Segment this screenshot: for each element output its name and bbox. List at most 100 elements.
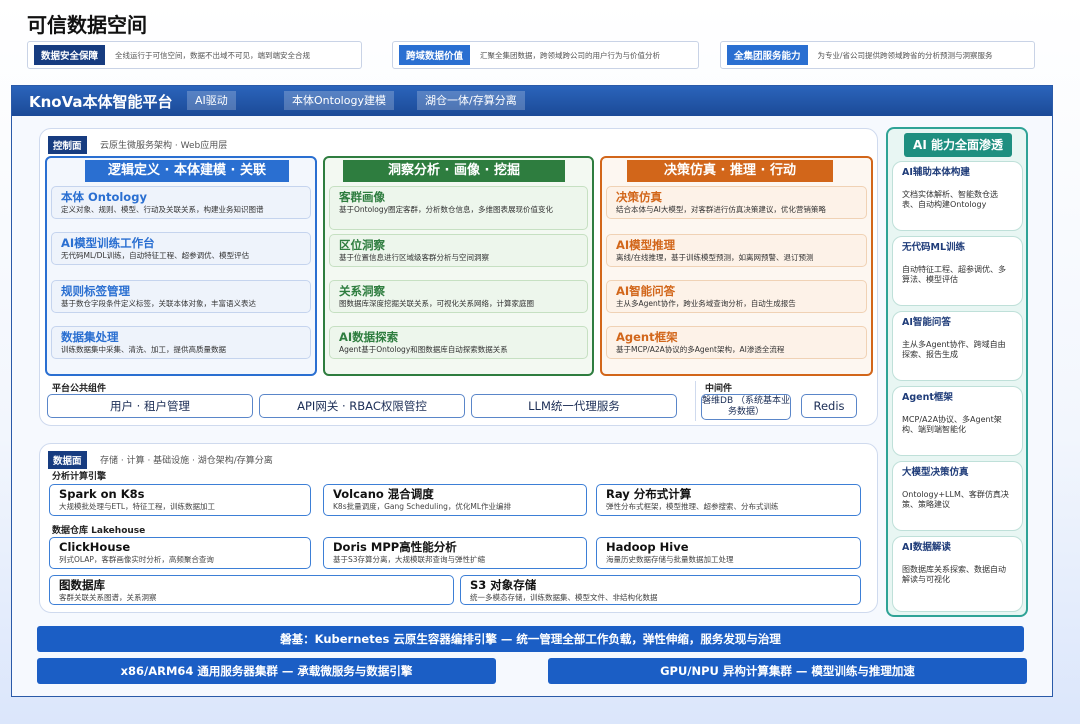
card-desc: 基于Ontology圈定客群，分析数仓信息，多维图表展现价值变化 [339, 205, 554, 214]
ai-item-desc: Ontology+LLM、客群仿真决策、策略建议 [902, 490, 1009, 509]
warehouse-desc: 海量历史数据存储与批量数据加工处理 [606, 555, 734, 564]
card-ai-qa[interactable]: AI智能问答 主从多Agent协作，跨业务域查询分析，自动生成报告 [606, 280, 867, 313]
value-card-text: 汇聚全集团数据，跨领域跨公司的用户行为与价值分析 [480, 50, 661, 60]
ai-item-desc: 自动特征工程、超参调优、多算法、模型评估 [902, 265, 1006, 284]
card-agent-framework[interactable]: Agent框架 基于MCP/A2A协议的多Agent架构，AI渗透全流程 [606, 326, 867, 359]
ai-item-title: 大模型决策仿真 [902, 467, 969, 478]
card-location-insight[interactable]: 区位洞察 基于位置信息进行区域级客群分析与空间洞察 [329, 234, 588, 267]
column-insight: 洞察分析 · 画像 · 挖掘 客群画像 基于Ontology圈定客群，分析数仓信… [323, 156, 594, 376]
card-ontology[interactable]: 本体 Ontology 定义对象、规则、模型、行动及关联关系，构建业务知识图谱 [51, 186, 311, 219]
data-plane-desc: 存储 · 计算 · 基础设施 · 湖仓架构/存算分离 [100, 456, 273, 466]
storage-title: 图数据库 [59, 578, 105, 592]
card-rule-tags[interactable]: 规则标签管理 基于数仓字段条件定义标签，关联本体对象，丰富语义表达 [51, 280, 311, 313]
ai-item-title: AI辅助本体构建 [902, 167, 970, 178]
warehouse-doris[interactable]: Doris MPP高性能分析 基于S3存算分离，大规模联邦查询与弹性扩缩 [323, 537, 587, 569]
engine-desc: K8s批量调度，Gang Scheduling，优化ML作业编排 [333, 502, 511, 511]
data-plane-label: 数据面 [48, 451, 87, 469]
engine-title: Volcano 混合调度 [333, 487, 434, 501]
storage-desc: 统一多模态存储，训练数据集、模型文件、非结构化数据 [470, 593, 658, 602]
card-title: 本体 Ontology [61, 190, 147, 204]
card-ai-inference[interactable]: AI模型推理 离线/在线推理，基于训练模型预测，如离网预警、退订预测 [606, 234, 867, 267]
storage-graph-db[interactable]: 图数据库 客群关联关系图谱，关系洞察 [49, 575, 454, 605]
ai-item-title: Agent框架 [902, 392, 953, 403]
ai-item-qa[interactable]: AI智能问答 主从多Agent协作、跨域自由探索、报告生成 [892, 311, 1023, 381]
engine-title: Spark on K8s [59, 487, 145, 501]
control-plane-panel: 控制面 云原生微服务架构 · Web应用层 逻辑定义 · 本体建模 · 关联 本… [39, 128, 878, 426]
value-card-tag: 跨域数据价值 [399, 45, 471, 65]
value-card-cross-domain: 跨域数据价值 汇聚全集团数据，跨领域跨公司的用户行为与价值分析 [392, 41, 699, 69]
ai-item-title: 无代码ML训练 [902, 242, 966, 253]
column-logic: 逻辑定义 · 本体建模 · 关联 本体 Ontology 定义对象、规则、模型、… [45, 156, 317, 376]
ai-item-llm-sim[interactable]: 大模型决策仿真 Ontology+LLM、客群仿真决策、策略建议 [892, 461, 1023, 531]
value-card-text: 全线运行于可信空间，数据不出域不可见，端到端安全合规 [115, 50, 311, 60]
middleware-redis[interactable]: Redis [801, 394, 857, 418]
component-llm-proxy[interactable]: LLM统一代理服务 [471, 394, 677, 418]
card-desc: 离线/在线推理，基于训练模型预测，如离网预警、退订预测 [616, 253, 814, 262]
control-plane-label: 控制面 [48, 136, 87, 154]
warehouse-desc: 列式OLAP，客群画像实时分析，高频聚合查询 [59, 555, 214, 564]
card-desc: Agent基于Ontology和图数据库自动探索数据关系 [339, 345, 508, 354]
middleware-label: 中间件 [705, 384, 733, 394]
warehouse-title: ClickHouse [59, 540, 131, 554]
card-ml-workbench[interactable]: AI模型训练工作台 无代码ML/DL训练，自动特征工程、超参调优、模型评估 [51, 232, 311, 265]
platform-frame: KnoVa本体智能平台 AI驱动 本体Ontology建模 湖仓一体/存算分离 … [11, 85, 1053, 697]
component-api-gateway[interactable]: API网关 · RBAC权限管控 [259, 394, 465, 418]
ai-item-agent[interactable]: Agent框架 MCP/A2A协议、多Agent架构、端到端智能化 [892, 386, 1023, 456]
storage-s3[interactable]: S3 对象存储 统一多模态存储，训练数据集、模型文件、非结构化数据 [460, 575, 861, 605]
warehouse-hive[interactable]: Hadoop Hive 海量历史数据存储与批量数据加工处理 [596, 537, 861, 569]
engine-ray[interactable]: Ray 分布式计算 弹性分布式框架，模型推理、超参搜索、分布式训练 [596, 484, 861, 516]
warehouse-title: Doris MPP高性能分析 [333, 540, 457, 554]
card-desc: 基于MCP/A2A协议的多Agent架构，AI渗透全流程 [616, 345, 785, 354]
card-title: AI模型推理 [616, 238, 676, 252]
storage-title: S3 对象存储 [470, 578, 537, 592]
card-customer-profile[interactable]: 客群画像 基于Ontology圈定客群，分析数仓信息，多维图表展现价值变化 [329, 186, 588, 230]
ai-item-desc: MCP/A2A协议、多Agent架构、端到端智能化 [902, 415, 1002, 434]
engine-desc: 弹性分布式框架，模型推理、超参搜索、分布式训练 [606, 502, 779, 511]
ai-item-ontology-build[interactable]: AI辅助本体构建 文档实体解析、智能数仓选表、自动构建Ontology [892, 161, 1023, 231]
card-desc: 主从多Agent协作，跨业务域查询分析，自动生成报告 [616, 299, 796, 308]
ai-item-title: AI数据解读 [902, 542, 951, 553]
card-relation-insight[interactable]: 关系洞察 图数据库深度挖掘关联关系，可视化关系网络，计算家庭圈 [329, 280, 588, 313]
card-dataset[interactable]: 数据集处理 训练数据集中采集、清洗、加工，提供高质量数据 [51, 326, 311, 359]
value-card-text: 为专业/省公司提供跨领域跨省的分析预测与洞察服务 [817, 50, 993, 60]
platform-title: KnoVa本体智能平台 [29, 93, 173, 111]
card-desc: 图数据库深度挖掘关联关系，可视化关系网络，计算家庭圈 [339, 299, 534, 308]
ai-item-desc: 主从多Agent协作、跨域自由探索、报告生成 [902, 340, 1006, 359]
ai-capability-panel: AI 能力全面渗透 AI辅助本体构建 文档实体解析、智能数仓选表、自动构建Ont… [886, 127, 1028, 617]
platform-header: KnoVa本体智能平台 AI驱动 本体Ontology建模 湖仓一体/存算分离 [12, 86, 1052, 116]
engine-volcano[interactable]: Volcano 混合调度 K8s批量调度，Gang Scheduling，优化M… [323, 484, 587, 516]
card-desc: 基于位置信息进行区域级客群分析与空间洞察 [339, 253, 489, 262]
platform-tag-ai: AI驱动 [187, 91, 236, 110]
card-title: AI数据探索 [339, 330, 399, 344]
column-header: 洞察分析 · 画像 · 挖掘 [343, 160, 565, 182]
card-title: AI智能问答 [616, 284, 676, 298]
card-desc: 无代码ML/DL训练，自动特征工程、超参调优、模型评估 [61, 251, 250, 260]
page-title: 可信数据空间 [27, 13, 147, 37]
ai-panel-title: AI 能力全面渗透 [904, 133, 1012, 157]
component-user-tenant[interactable]: 用户 · 租户管理 [47, 394, 253, 418]
card-title: 规则标签管理 [61, 284, 130, 298]
value-card-security: 数据安全保障 全线运行于可信空间，数据不出域不可见，端到端安全合规 [27, 41, 362, 69]
ai-item-nocode-ml[interactable]: 无代码ML训练 自动特征工程、超参调优、多算法、模型评估 [892, 236, 1023, 306]
x86-cluster-bar: x86/ARM64 通用服务器集群 — 承载微服务与数据引擎 [37, 658, 496, 684]
lakehouse-label: 数据仓库 Lakehouse [52, 526, 146, 536]
card-ai-data-explore[interactable]: AI数据探索 Agent基于Ontology和图数据库自动探索数据关系 [329, 326, 588, 359]
ai-item-data-interpret[interactable]: AI数据解读 图数据库关系探索、数据自动解读与可视化 [892, 536, 1023, 612]
middleware-panweidb[interactable]: 磐维DB （系统基本业务数据） [701, 394, 791, 420]
column-header: 决策仿真 · 推理 · 行动 [627, 160, 833, 182]
engine-spark[interactable]: Spark on K8s 大规模批处理与ETL，特征工程，训练数据加工 [49, 484, 311, 516]
ai-item-title: AI智能问答 [902, 317, 951, 328]
control-plane-desc: 云原生微服务架构 · Web应用层 [100, 141, 228, 151]
public-components-label: 平台公共组件 [52, 384, 107, 394]
card-decision-sim[interactable]: 决策仿真 结合本体与AI大模型，对客群进行仿真决策建议，优化营销策略 [606, 186, 867, 219]
card-title: 区位洞察 [339, 238, 385, 252]
k8s-bar: 磐基：Kubernetes 云原生容器编排引擎 — 统一管理全部工作负载，弹性伸… [37, 626, 1024, 652]
card-title: 决策仿真 [616, 190, 662, 204]
data-plane-panel: 数据面 存储 · 计算 · 基础设施 · 湖仓架构/存算分离 分析计算引擎 Sp… [39, 443, 878, 613]
card-title: 关系洞察 [339, 284, 385, 298]
engine-title: Ray 分布式计算 [606, 487, 692, 501]
compute-label: 分析计算引擎 [52, 472, 107, 482]
warehouse-clickhouse[interactable]: ClickHouse 列式OLAP，客群画像实时分析，高频聚合查询 [49, 537, 311, 569]
card-desc: 定义对象、规则、模型、行动及关联关系，构建业务知识图谱 [61, 205, 264, 214]
card-title: Agent框架 [616, 330, 678, 344]
